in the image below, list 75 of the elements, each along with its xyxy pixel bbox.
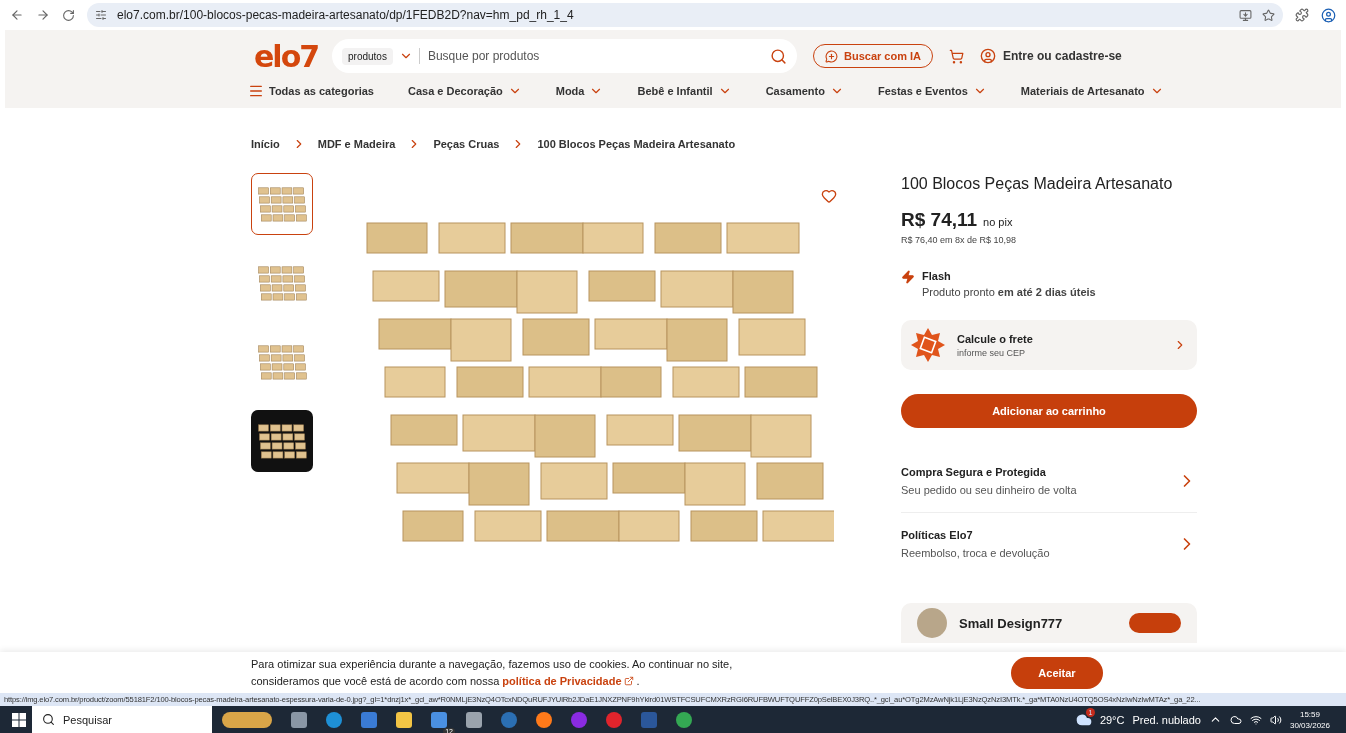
scope-selector[interactable]: produtos (342, 47, 393, 65)
site-settings-icon[interactable] (95, 9, 107, 21)
follow-button[interactable] (1129, 613, 1181, 633)
clock-date[interactable]: 30/03/2026 (1289, 719, 1330, 731)
thumbnail[interactable] (251, 410, 313, 472)
clock-time[interactable]: 15:59 (1299, 708, 1320, 720)
windows-icon[interactable] (12, 712, 26, 727)
forward-icon[interactable] (36, 8, 50, 22)
shipping-title: Calcule o frete (957, 332, 1034, 345)
cart-icon[interactable] (949, 48, 965, 64)
product-title: 100 Blocos Peças Madeira Artesanato (901, 175, 1174, 193)
menu-icon (248, 83, 264, 99)
extensions-icon[interactable] (1295, 8, 1309, 22)
app-icon[interactable] (571, 711, 587, 728)
heart-icon[interactable] (821, 188, 837, 204)
avatar (917, 608, 947, 638)
thumbnail[interactable] (251, 173, 313, 235)
price-suffix: no pix (983, 216, 1013, 228)
category-link[interactable]: Festas e Eventos (877, 84, 987, 98)
reload-icon[interactable] (62, 8, 75, 22)
package-badge-icon (911, 328, 945, 362)
shipping-subtitle: informe seu CEP (957, 347, 1027, 358)
category-link[interactable]: Materiais de Artesanato (1020, 84, 1164, 98)
category-link[interactable]: Casa e Decoração (407, 84, 522, 98)
category-link[interactable]: Bebê e Infantil (637, 84, 732, 98)
install-icon[interactable] (1239, 8, 1252, 22)
category-link[interactable]: Casamento (765, 84, 844, 98)
app-icon[interactable] (361, 711, 377, 728)
cloud-icon[interactable] (1229, 713, 1242, 726)
cookie-text: Para otimizar sua experiência durante a navegação, fazemos uso de cookies. Ao continuar no site, consideramos que você está de acordo com nossa política de Privacidade . (251, 655, 771, 690)
info-row[interactable]: Compra Segura e Protegida Seu pedido ou seu dinheiro de volta (901, 450, 1197, 513)
account-link[interactable]: Entre ou cadastre-se (980, 48, 1122, 64)
delivery-title: Flash (922, 270, 952, 282)
installments-text: R$ 76,40 em 8x de R$ 10,98 (901, 235, 1018, 245)
breadcrumb-link[interactable]: Início (251, 138, 280, 150)
search-icon (42, 713, 55, 726)
breadcrumb-link[interactable]: Peças Cruas (433, 138, 500, 150)
address-bar[interactable]: elo7.com.br/100-blocos-pecas-madeira-artesanato/dp/1FEDB2D?nav=hm_pd_rh_1_4 (87, 3, 1283, 27)
info-subtitle: Seu pedido ou seu dinheiro de volta (901, 484, 1078, 496)
info-title: Políticas Elo7 (901, 529, 974, 541)
app-icon[interactable] (536, 711, 552, 728)
seller-name[interactable]: Small Design777 (959, 615, 1117, 631)
search-field[interactable]: produtos Busque por produtos (332, 39, 797, 73)
info-row[interactable]: Políticas Elo7 Reembolso, troca e devolução (901, 513, 1197, 575)
breadcrumb-link[interactable]: MDF e Madeira (317, 138, 396, 150)
add-to-cart-button[interactable]: Adicionar ao carrinho (901, 394, 1197, 428)
accept-button[interactable]: Aceitar (1011, 656, 1103, 689)
logo[interactable]: elo7 (254, 38, 316, 74)
chat-plus-icon (825, 49, 838, 63)
volume-icon[interactable] (1269, 713, 1282, 726)
wifi-icon[interactable] (1249, 713, 1262, 726)
profile-icon[interactable] (1321, 7, 1336, 23)
breadcrumb-link[interactable]: 100 Blocos Peças Madeira Artesanato (537, 138, 736, 150)
price: R$ 74,11 (901, 209, 978, 231)
app-icon[interactable] (326, 711, 342, 728)
app-icon[interactable] (466, 711, 482, 728)
star-icon[interactable] (1262, 8, 1275, 22)
info-subtitle: Reembolso, troca e devolução (901, 547, 1051, 559)
taskbar-search[interactable]: Pesquisar (32, 706, 212, 733)
app-icon[interactable] (501, 711, 517, 728)
category-link[interactable]: Todas as categorias (248, 83, 374, 99)
back-icon[interactable] (10, 8, 24, 22)
shipping-card[interactable]: Calcule o frete informe seu CEP (901, 320, 1197, 370)
lightning-icon (901, 270, 915, 284)
info-title: Compra Segura e Protegida (901, 466, 1047, 478)
temperature: 29°C (1099, 713, 1125, 726)
external-link-icon (623, 676, 634, 686)
delivery-text: Produto pronto em até 2 dias úteis (922, 286, 1096, 298)
search-icon[interactable] (770, 47, 787, 65)
privacy-link[interactable]: política de Privacidade (502, 672, 634, 690)
app-icon[interactable] (676, 711, 692, 728)
weather-condition: Pred. nublado (1132, 713, 1201, 726)
category-link[interactable]: Moda (555, 84, 604, 98)
app-icon[interactable] (606, 711, 622, 728)
user-icon (980, 48, 997, 64)
